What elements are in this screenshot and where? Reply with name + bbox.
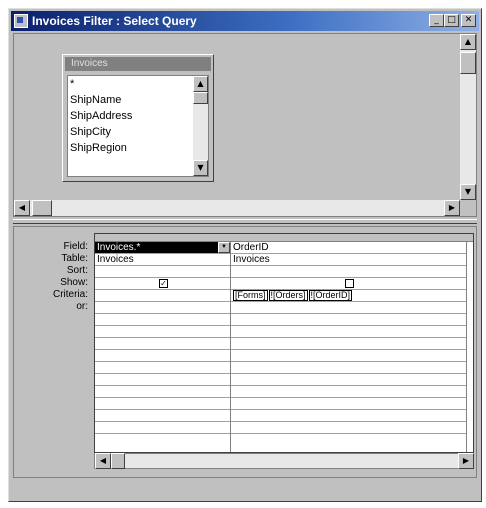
grid-horizontal-scrollbar[interactable]: ◀ ▶ [94, 453, 474, 469]
empty-cell[interactable] [231, 326, 466, 338]
field-list-item[interactable]: * [68, 76, 208, 92]
empty-cell[interactable] [231, 410, 466, 422]
show-row-label: Show: [60, 277, 88, 288]
close-button[interactable]: ✕ [461, 14, 476, 27]
empty-cell[interactable] [231, 350, 466, 362]
criteria-row-label: Criteria: [52, 289, 88, 300]
row-labels: Field: Table: Sort: Show: Criteria: or: [14, 241, 92, 313]
scroll-thumb[interactable] [193, 92, 208, 104]
design-grid-pane: Field: Table: Sort: Show: Criteria: or: … [13, 226, 477, 478]
or-cell[interactable] [231, 302, 466, 314]
field-list-invoices[interactable]: Invoices * ShipName ShipAddress ShipCity… [62, 54, 214, 182]
field-row-label: Field: [63, 241, 88, 252]
sort-cell[interactable] [95, 266, 230, 278]
column-selector-bar[interactable] [95, 234, 473, 242]
criteria-token: [Forms] [233, 290, 268, 301]
maximize-button[interactable]: □ [444, 14, 459, 27]
field-list-item[interactable]: ShipCity [68, 124, 208, 140]
empty-cell[interactable] [95, 362, 230, 374]
scroll-thumb[interactable] [460, 52, 476, 74]
table-cell[interactable]: Invoices [231, 254, 466, 266]
empty-cell[interactable] [95, 374, 230, 386]
empty-cell[interactable] [95, 314, 230, 326]
query-design-grid: Invoices.* ▼ Invoices ✓ OrderID Invoices… [94, 233, 474, 453]
scroll-up-icon[interactable]: ▲ [460, 34, 476, 50]
grid-column-2: OrderID Invoices [Forms] ![Orders] ![Ord… [231, 242, 467, 452]
pane-splitter[interactable] [13, 219, 477, 224]
show-checkbox[interactable] [345, 279, 354, 288]
field-list-scrollbar[interactable]: ▲ ▼ [193, 76, 208, 176]
empty-cell[interactable] [231, 374, 466, 386]
empty-cell[interactable] [95, 338, 230, 350]
scroll-right-icon[interactable]: ▶ [444, 200, 460, 216]
field-list-item[interactable]: ShipAddress [68, 108, 208, 124]
grid-column-3 [467, 242, 473, 452]
empty-cell[interactable] [95, 350, 230, 362]
scroll-up-icon[interactable]: ▲ [193, 76, 208, 92]
scroll-right-icon[interactable]: ▶ [458, 453, 474, 469]
empty-cell[interactable] [95, 410, 230, 422]
window-controls: _ □ ✕ [429, 14, 476, 27]
minimize-button[interactable]: _ [429, 14, 444, 27]
or-cell[interactable] [95, 302, 230, 314]
show-cell: ✓ [95, 278, 230, 290]
field-list-box: * ShipName ShipAddress ShipCity ShipRegi… [67, 75, 209, 177]
scroll-thumb[interactable] [32, 200, 52, 216]
empty-cell[interactable] [95, 386, 230, 398]
criteria-cell[interactable] [95, 290, 230, 302]
sort-row-label: Sort: [66, 265, 88, 276]
empty-cell[interactable] [231, 422, 466, 434]
table-row-label: Table: [61, 253, 88, 264]
field-value: Invoices.* [97, 242, 141, 253]
empty-cell[interactable] [95, 398, 230, 410]
empty-cell[interactable] [95, 326, 230, 338]
criteria-cell[interactable]: [Forms] ![Orders] ![OrderID] [231, 290, 466, 302]
table-pane: Invoices * ShipName ShipAddress ShipCity… [13, 33, 477, 217]
table-cell[interactable]: Invoices [95, 254, 230, 266]
field-cell[interactable]: Invoices.* ▼ [95, 242, 230, 254]
show-cell [231, 278, 466, 290]
scroll-down-icon[interactable]: ▼ [193, 160, 208, 176]
empty-cell[interactable] [95, 422, 230, 434]
scroll-left-icon[interactable]: ◀ [14, 200, 30, 216]
scroll-thumb[interactable] [111, 453, 125, 469]
field-cell[interactable]: OrderID [231, 242, 466, 254]
query-icon [14, 14, 28, 28]
scroll-corner [460, 200, 476, 216]
window-title: Invoices Filter : Select Query [32, 14, 197, 28]
query-window: Invoices Filter : Select Query _ □ ✕ Inv… [8, 8, 482, 502]
grid-column-1: Invoices.* ▼ Invoices ✓ [95, 242, 231, 452]
show-checkbox[interactable]: ✓ [159, 279, 168, 288]
criteria-token: ![OrderID] [308, 290, 353, 301]
table-pane-vertical-scrollbar[interactable]: ▲ ▼ [460, 34, 476, 200]
scroll-left-icon[interactable]: ◀ [95, 453, 111, 469]
empty-cell[interactable] [231, 338, 466, 350]
empty-cell[interactable] [231, 386, 466, 398]
criteria-token: ![Orders] [268, 290, 308, 301]
field-list-item[interactable]: ShipRegion [68, 140, 208, 156]
table-pane-horizontal-scrollbar[interactable]: ◀ ▶ [14, 200, 460, 216]
sort-cell[interactable] [231, 266, 466, 278]
field-list-title[interactable]: Invoices [65, 57, 211, 71]
title-bar[interactable]: Invoices Filter : Select Query _ □ ✕ [11, 11, 479, 31]
scroll-down-icon[interactable]: ▼ [460, 184, 476, 200]
or-row-label: or: [76, 301, 88, 312]
field-list-item[interactable]: ShipName [68, 92, 208, 108]
empty-cell[interactable] [231, 398, 466, 410]
chevron-down-icon[interactable]: ▼ [218, 242, 230, 253]
empty-cell[interactable] [231, 314, 466, 326]
empty-cell[interactable] [231, 362, 466, 374]
